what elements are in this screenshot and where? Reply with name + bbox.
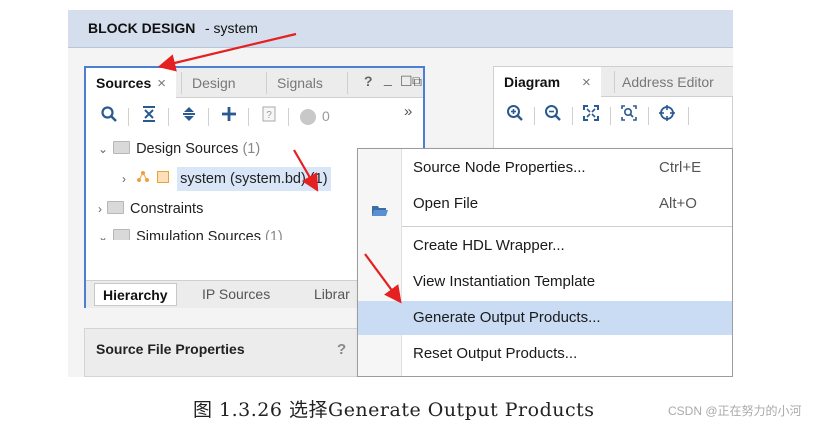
figure-caption: 图 1.3.26 选择Generate Output Products [193,399,595,421]
arrow-to-generate-output-products [364,253,402,304]
watermark: CSDN @正在努力的小河 [668,404,802,418]
arrow-to-system-bd [293,149,319,192]
arrow-to-sources-tab [157,32,297,72]
vivado-window: BLOCK DESIGN - system Sources × Design Si… [68,10,733,377]
annotation-arrows [157,32,402,304]
